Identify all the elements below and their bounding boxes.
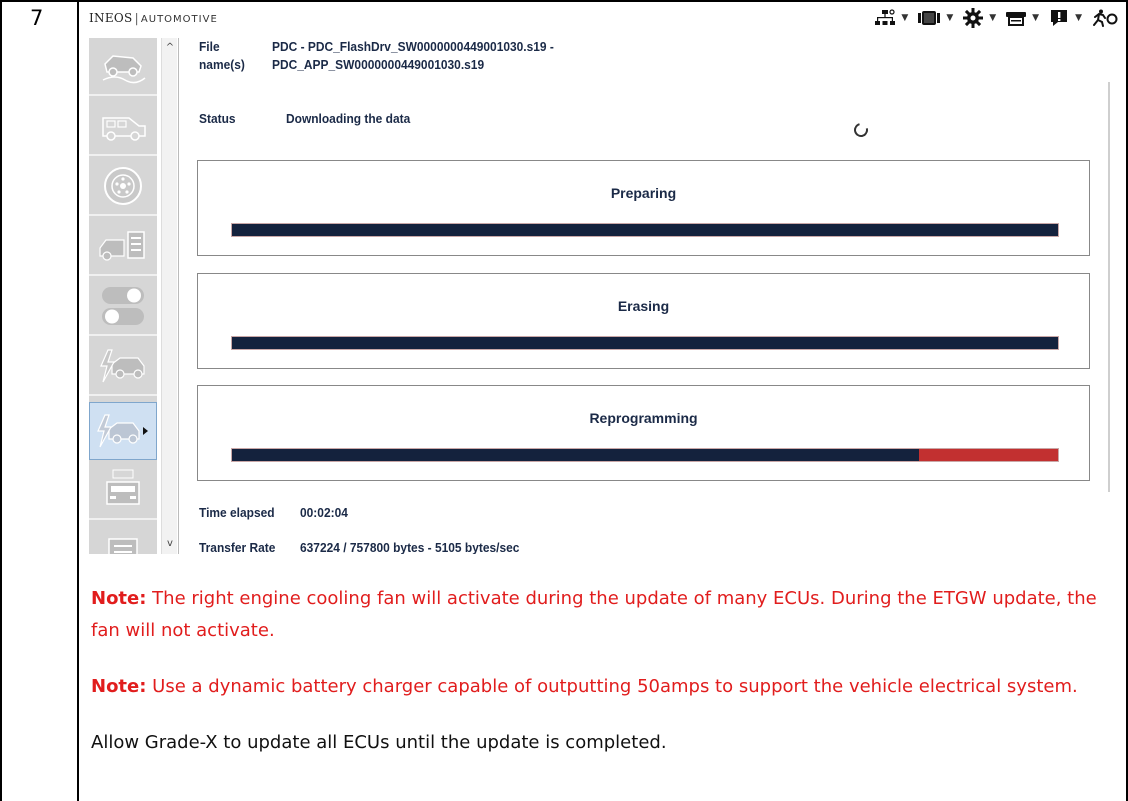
transfer-rate-value: 637224 / 757800 bytes - 5105 bytes/sec: [300, 540, 520, 554]
loading-spinner-icon: [851, 120, 871, 140]
vehicle-flash-programming-icon: [97, 414, 148, 448]
sidebar-item-toggles[interactable]: [89, 278, 157, 336]
toolbar: ▼ ▼ ▼ ▼ ▼: [875, 6, 1118, 30]
progress-panel-erasing: Erasing: [197, 273, 1090, 369]
sidebar-scrollbar[interactable]: ^ v: [161, 38, 177, 554]
status-label: Status: [199, 111, 236, 126]
table-border-left: [0, 0, 2, 801]
printer-icon: [1006, 12, 1027, 26]
note-cooling-fan: Note: The right engine cooling fan will …: [91, 583, 1121, 647]
wheel-icon: [104, 167, 142, 205]
network-button[interactable]: ▼: [875, 6, 908, 30]
progress-bar-fill: [232, 337, 1058, 349]
note-text: The right engine cooling fan will activa…: [91, 588, 1097, 641]
sidebar: [89, 38, 157, 554]
file-label-line2: name(s): [199, 57, 245, 72]
flash-status-panel: File name(s) PDC - PDC_FlashDrv_SW000000…: [179, 34, 1109, 554]
info-button[interactable]: ▼: [1049, 6, 1082, 30]
note-prefix: Note:: [91, 676, 147, 697]
info-caret-icon: ▼: [1075, 13, 1082, 23]
progress-panel-preparing: Preparing: [197, 160, 1090, 256]
vehicle-ecu-caret-icon: ▼: [946, 13, 954, 23]
app-header: INEOS | AUTOMOTIVE ▼ ▼ ▼ ▼ ▼: [79, 2, 1126, 34]
printer-caret-icon: ▼: [1032, 13, 1040, 23]
document-icon: [108, 538, 138, 554]
progress-bar: [231, 448, 1059, 462]
sidebar-item-wheel[interactable]: [89, 158, 157, 216]
progress-title: Erasing: [617, 298, 670, 314]
brand-logo: INEOS | AUTOMOTIVE: [89, 11, 218, 25]
settings-button[interactable]: ▼: [963, 6, 996, 30]
progress-bar-fill: [232, 224, 1058, 236]
progress-bar: [231, 223, 1059, 237]
sidebar-item-vehicle-side[interactable]: [89, 98, 157, 156]
network-caret-icon: ▼: [901, 13, 909, 23]
brand-separator: |: [134, 11, 139, 25]
file-name-line2: PDC_APP_SW0000000449001030.s19: [272, 57, 485, 72]
note-text: Use a dynamic battery charger capable of…: [146, 676, 1078, 697]
step-number: 7: [30, 6, 44, 30]
flash-app-screenshot: INEOS | AUTOMOTIVE ▼ ▼ ▼ ▼ ▼ ^ v File na…: [79, 2, 1126, 554]
printer-button[interactable]: ▼: [1006, 6, 1039, 30]
sidebar-item-document[interactable]: [89, 522, 157, 554]
time-elapsed-label: Time elapsed: [199, 505, 275, 520]
vehicle-front-icon: [106, 469, 140, 505]
scroll-up-icon[interactable]: ^: [162, 40, 178, 56]
vehicle-flash-icon: [100, 349, 145, 383]
progress-panel-reprogramming: Reprogramming: [197, 385, 1090, 481]
progress-title: Preparing: [610, 185, 677, 201]
scroll-down-icon[interactable]: v: [162, 536, 178, 552]
transfer-rate-label: Transfer Rate: [199, 540, 276, 554]
sidebar-item-vehicle-front[interactable]: [89, 462, 157, 520]
progress-title: Reprogramming: [589, 410, 698, 426]
exit-runner-icon: [1093, 9, 1118, 27]
toggle-switch-icon: [102, 287, 144, 325]
vehicle-side-icon: [102, 117, 146, 141]
vehicle-ecu-icon: [918, 11, 941, 25]
info-icon: [1051, 10, 1068, 26]
status-value: Downloading the data: [286, 111, 411, 126]
gear-icon: [963, 8, 984, 28]
sidebar-item-vehicle-flash[interactable]: [89, 338, 157, 396]
progress-bar-fill: [232, 449, 920, 461]
file-name-line1: PDC - PDC_FlashDrv_SW0000000449001030.s1…: [272, 39, 554, 54]
offroad-vehicle-icon: [102, 55, 146, 84]
time-elapsed-value: 00:02:04: [300, 505, 348, 520]
sidebar-item-flash-programming[interactable]: [89, 402, 157, 460]
vehicle-ecu-button[interactable]: ▼: [918, 6, 953, 30]
note-prefix: Note:: [91, 588, 147, 609]
vehicle-checklist-icon: [99, 231, 145, 261]
content-scrollbar[interactable]: [1108, 82, 1110, 492]
brand-name: INEOS: [89, 11, 133, 25]
note-battery-charger: Note: Use a dynamic battery charger capa…: [91, 671, 1121, 703]
file-label-line1: File: [199, 39, 220, 54]
notes-section: Note: The right engine cooling fan will …: [91, 583, 1121, 759]
sidebar-item-vehicle-checklist[interactable]: [89, 218, 157, 276]
progress-bar: [231, 336, 1059, 350]
brand-sub: AUTOMOTIVE: [140, 14, 218, 25]
sidebar-item-offroad[interactable]: [89, 38, 157, 96]
exit-button[interactable]: [1092, 6, 1118, 30]
settings-caret-icon: ▼: [989, 13, 997, 23]
network-icon: [875, 9, 896, 25]
instruction-text: Allow Grade-X to update all ECUs until t…: [91, 732, 667, 753]
